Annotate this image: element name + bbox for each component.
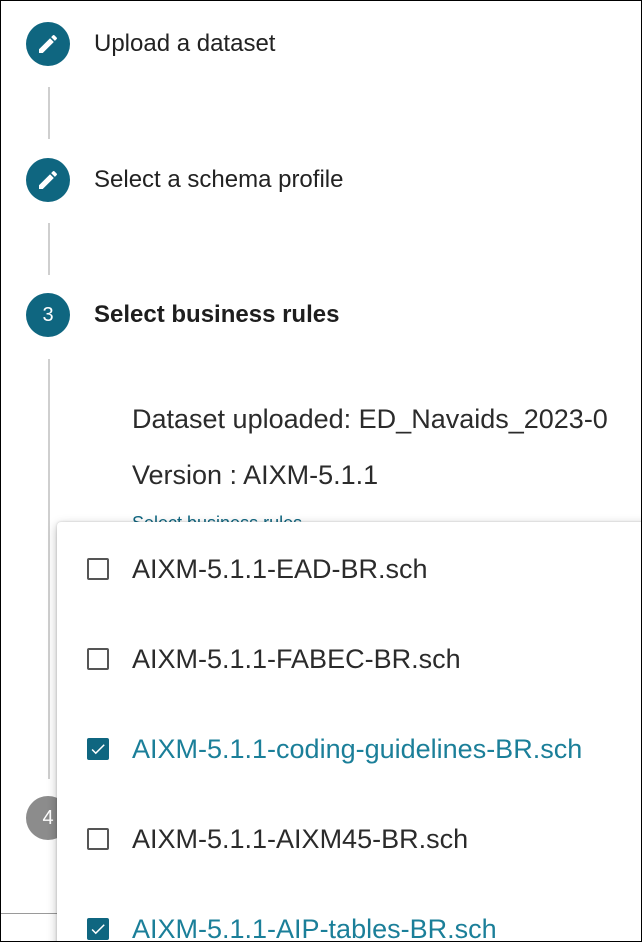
step-3-number: 3 [26,293,70,337]
business-rule-label: AIXM-5.1.1-AIP-tables-BR.sch [132,913,497,942]
business-rule-option[interactable]: AIXM-5.1.1-AIXM45-BR.sch [57,794,641,884]
business-rule-label: AIXM-5.1.1-EAD-BR.sch [132,553,428,584]
app-frame: Upload a dataset Select a schema profile… [0,0,642,942]
divider [1,913,57,914]
checkmark-icon [91,924,105,935]
checkbox-checked[interactable] [87,918,109,940]
checkmark-icon [91,744,105,755]
step-connector [48,223,50,275]
business-rule-option[interactable]: AIXM-5.1.1-AIP-tables-BR.sch [57,884,641,942]
business-rule-option[interactable]: AIXM-5.1.1-coding-guidelines-BR.sch [57,704,641,794]
version-text: Version : AIXM-5.1.1 [132,460,379,490]
step-1-label[interactable]: Upload a dataset [94,30,275,58]
pencil-icon [39,34,58,53]
step-2-label[interactable]: Select a schema profile [94,166,343,194]
dataset-uploaded-text: Dataset uploaded: ED_Navaids_2023-0 [132,404,608,434]
checkbox[interactable] [87,648,109,670]
business-rule-label: AIXM-5.1.1-coding-guidelines-BR.sch [132,733,583,764]
pencil-icon [39,170,58,189]
business-rule-option[interactable]: AIXM-5.1.1-FABEC-BR.sch [57,614,641,704]
business-rule-label: AIXM-5.1.1-FABEC-BR.sch [132,643,461,674]
business-rule-label: AIXM-5.1.1-AIXM45-BR.sch [132,823,469,854]
business-rule-option[interactable]: AIXM-5.1.1-EAD-BR.sch [57,524,641,614]
checkbox[interactable] [87,828,109,850]
checkbox-checked[interactable] [87,738,109,760]
step-connector [48,359,50,779]
step-1-edit-icon[interactable] [26,22,70,66]
business-rules-dropdown: AIXM-5.1.1-EAD-BR.sch AIXM-5.1.1-FABEC-B… [57,522,641,942]
step-connector [48,87,50,139]
checkbox[interactable] [87,558,109,580]
step-3-label: Select business rules [94,301,340,328]
step-2-edit-icon[interactable] [26,158,70,202]
